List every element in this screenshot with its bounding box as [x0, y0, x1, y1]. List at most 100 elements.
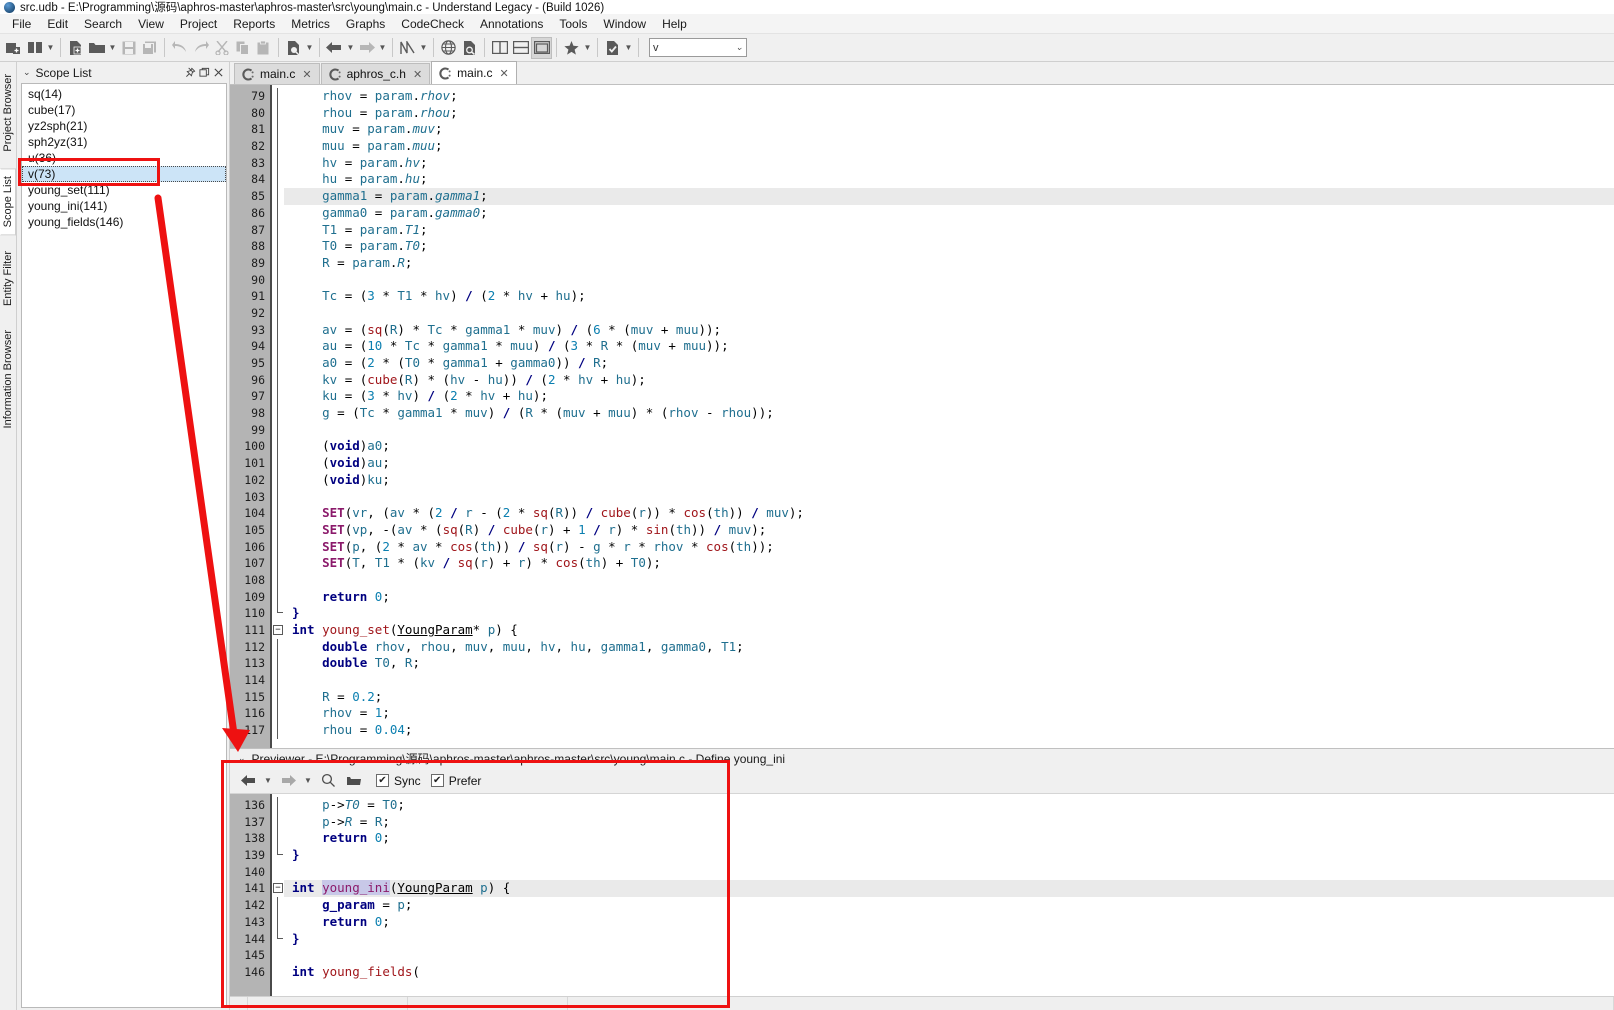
code-line[interactable]: int young_ini(YoungParam p) {	[284, 880, 1614, 898]
find-in-files-caret-icon[interactable]: ▼	[304, 37, 315, 59]
code-line[interactable]: return 0;	[284, 589, 1614, 606]
fold-cell[interactable]	[272, 605, 284, 622]
code-line[interactable]: av = (sq(R) * Tc * gamma1 * muv) / (6 * …	[284, 322, 1614, 339]
close-icon[interactable]: ✕	[500, 67, 509, 80]
code-line[interactable]: hu = param.hu;	[284, 171, 1614, 188]
scope-list-item[interactable]: young_fields(146)	[22, 214, 226, 230]
fold-cell[interactable]	[272, 221, 284, 239]
fold-cell[interactable]	[272, 488, 284, 506]
code-line[interactable]: rhov = 1;	[284, 705, 1614, 722]
code-line[interactable]: T1 = param.T1;	[284, 222, 1614, 239]
code-line[interactable]: rhov = param.rhov;	[284, 88, 1614, 105]
menu-window[interactable]: Window	[595, 15, 654, 33]
fold-cell[interactable]	[272, 847, 284, 864]
menu-view[interactable]: View	[130, 15, 172, 33]
fold-cell[interactable]	[272, 171, 284, 189]
fold-cell[interactable]	[272, 947, 284, 964]
fold-cell[interactable]	[272, 797, 284, 814]
code-line[interactable]: g_param = p;	[284, 897, 1614, 914]
fold-cell[interactable]	[272, 371, 284, 389]
fold-cell[interactable]	[272, 864, 284, 881]
code-line[interactable]: SET(vr, (av * (2 / r - (2 * sq(R)) / cub…	[284, 505, 1614, 522]
code-line[interactable]	[284, 572, 1614, 589]
code-line[interactable]: p->R = R;	[284, 814, 1614, 831]
source-editor[interactable]: 79 80 81 82 83 84 85 86 87 88 89 90 91 92 93 94 95 96 97 98…	[230, 85, 1614, 748]
editor-tab[interactable]: main.c ✕	[234, 63, 320, 84]
fold-cell[interactable]	[272, 913, 284, 931]
navigate-back-icon[interactable]	[324, 37, 345, 59]
scope-list-item[interactable]: cube(17)	[22, 102, 226, 118]
dock-tab-project-browser[interactable]: Project Browser	[0, 66, 16, 160]
fold-cell[interactable]	[272, 88, 284, 105]
new-project-icon[interactable]	[3, 37, 24, 59]
new-file-icon[interactable]	[65, 37, 86, 59]
scope-list-item[interactable]: young_set(111)	[22, 182, 226, 198]
code-line[interactable]: return 0;	[284, 830, 1614, 847]
fold-cell[interactable]	[272, 104, 284, 122]
dock-tab-entity-filter[interactable]: Entity Filter	[0, 243, 16, 315]
menu-search[interactable]: Search	[76, 15, 130, 33]
scope-list-item[interactable]: v(73)	[22, 166, 226, 182]
float-window-icon[interactable]	[197, 66, 211, 80]
scope-list[interactable]: sq(14) cube(17) yz2sph(21) sph2yz(31) u(36) v…	[21, 83, 227, 1008]
fold-cell[interactable]	[272, 304, 284, 322]
code-line[interactable]: ku = (3 * hv) / (2 * hv + hu);	[284, 388, 1614, 405]
fold-cell[interactable]	[272, 138, 284, 155]
code-line[interactable]: gamma0 = param.gamma0;	[284, 205, 1614, 222]
fold-cell[interactable]	[272, 238, 284, 255]
fold-cell[interactable]	[272, 638, 284, 656]
fold-cell[interactable]	[272, 204, 284, 222]
menu-help[interactable]: Help	[654, 15, 695, 33]
fold-collapse-icon[interactable]: −	[273, 883, 283, 894]
fold-cell[interactable]	[272, 930, 284, 948]
code-line[interactable]: int young_fields(	[284, 964, 1614, 981]
chevron-down-icon[interactable]: ⌄	[238, 753, 246, 764]
chevron-down-icon[interactable]: ⌄	[735, 42, 743, 53]
layout-rows-icon[interactable]	[510, 37, 531, 59]
code-line[interactable]: double T0, R;	[284, 655, 1614, 672]
code-line[interactable]: double rhov, rhou, muv, muu, hv, hu, gam…	[284, 639, 1614, 656]
preview-forward-caret-icon[interactable]: ▼	[302, 770, 314, 792]
fold-cell[interactable]	[272, 571, 284, 589]
fold-cell[interactable]	[272, 338, 284, 355]
fold-cell[interactable]	[272, 388, 284, 406]
scope-list-item[interactable]: u(36)	[22, 150, 226, 166]
close-icon[interactable]: ✕	[413, 68, 422, 81]
code-line[interactable]: return 0;	[284, 914, 1614, 931]
code-line[interactable]: }	[284, 847, 1614, 864]
metrics-graph-caret-icon[interactable]: ▼	[418, 37, 429, 59]
code-line[interactable]: p->T0 = T0;	[284, 797, 1614, 814]
code-line[interactable]	[284, 947, 1614, 964]
fold-cell[interactable]	[272, 188, 284, 205]
fold-cell[interactable]	[272, 355, 284, 372]
code-line[interactable]: SET(p, (2 * av * cos(th)) / sq(r) - g * …	[284, 539, 1614, 556]
close-icon[interactable]: ✕	[302, 68, 311, 81]
code-line[interactable]: int young_set(YoungParam* p) {	[284, 622, 1614, 639]
menu-tools[interactable]: Tools	[551, 15, 595, 33]
menu-edit[interactable]: Edit	[39, 15, 76, 33]
code-line[interactable]	[284, 272, 1614, 289]
code-line[interactable]: au = (10 * Tc * gamma1 * muu) / (3 * R *…	[284, 338, 1614, 355]
favorites-star-caret-icon[interactable]: ▼	[582, 37, 593, 59]
navigate-forward-caret-icon[interactable]: ▼	[377, 37, 388, 59]
code-line[interactable]: g = (Tc * gamma1 * muv) / (R * (muv + mu…	[284, 405, 1614, 422]
previewer-sync-checkbox[interactable]: ✔ Sync	[376, 774, 421, 788]
menu-codecheck[interactable]: CodeCheck	[393, 15, 472, 33]
code-line[interactable]	[284, 864, 1614, 881]
fold-cell[interactable]	[272, 672, 284, 689]
scope-list-item[interactable]: sq(14)	[22, 86, 226, 102]
prefer-checkbox-box[interactable]: ✔	[430, 774, 444, 787]
code-line[interactable]: }	[284, 605, 1614, 622]
fold-cell[interactable]	[272, 555, 284, 572]
code-line[interactable]: a0 = (2 * (T0 * gamma1 + gamma0)) / R;	[284, 355, 1614, 372]
code-line[interactable]: R = 0.2;	[284, 689, 1614, 706]
open-book-icon[interactable]	[24, 37, 45, 59]
fold-cell[interactable]	[272, 521, 284, 539]
fold-cell[interactable]	[272, 705, 284, 723]
fold-cell[interactable]	[272, 321, 284, 339]
dock-tab-scope-list[interactable]: Scope List	[0, 167, 16, 236]
scope-list-item[interactable]: yz2sph(21)	[22, 118, 226, 134]
fold-cell[interactable]	[272, 288, 284, 305]
fold-collapse-icon[interactable]: −	[273, 625, 283, 635]
menu-project[interactable]: Project	[172, 15, 225, 33]
